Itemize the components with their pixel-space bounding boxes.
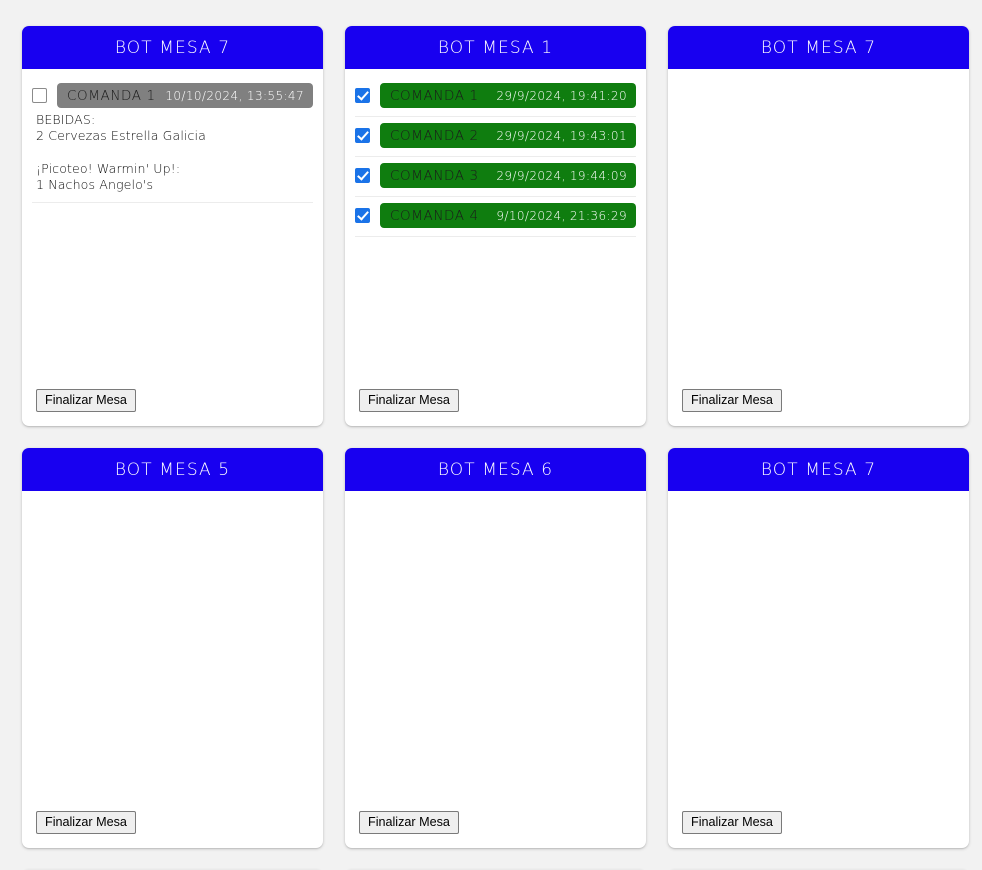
finalizar-mesa-button[interactable]: Finalizar Mesa xyxy=(359,389,459,412)
comanda-checkbox[interactable] xyxy=(355,88,370,103)
comanda-bar[interactable]: COMANDA 1 29/9/2024, 19:41:20 xyxy=(380,83,636,108)
mesa-card-footer: Finalizar Mesa xyxy=(668,389,969,426)
comanda-timestamp: 29/9/2024, 19:41:20 xyxy=(496,88,627,103)
comanda-item: COMANDA 1 10/10/2024, 13:55:47 BEBIDAS: 2 … xyxy=(32,77,313,203)
comanda-details: BEBIDAS: 2 Cervezas Estrella Galicia ¡Pi… xyxy=(36,112,206,193)
finalizar-mesa-button[interactable]: Finalizar Mesa xyxy=(682,389,782,412)
mesa-card-body: COMANDA 1 10/10/2024, 13:55:47 BEBIDAS: 2 … xyxy=(22,69,323,389)
comanda-item: COMANDA 1 29/9/2024, 19:41:20 xyxy=(355,77,636,117)
comanda-checkbox[interactable] xyxy=(355,128,370,143)
mesas-board: BOT MESA 7 COMANDA 1 10/10/2024, 13:55:47 B… xyxy=(0,0,982,870)
mesa-card-footer: Finalizar Mesa xyxy=(668,811,969,848)
comanda-checkbox[interactable] xyxy=(32,88,47,103)
mesa-card: BOT MESA 1 COMANDA 1 29/9/2024, 19:41:20 CO… xyxy=(345,26,646,426)
mesa-card-body xyxy=(668,491,969,811)
mesa-card-body xyxy=(668,69,969,389)
comanda-bar[interactable]: COMANDA 1 10/10/2024, 13:55:47 xyxy=(57,83,313,108)
mesa-card-body xyxy=(22,491,323,811)
comanda-timestamp: 29/9/2024, 19:43:01 xyxy=(496,128,627,143)
finalizar-mesa-button[interactable]: Finalizar Mesa xyxy=(36,811,136,834)
finalizar-mesa-button[interactable]: Finalizar Mesa xyxy=(359,811,459,834)
mesa-card-title: BOT MESA 7 xyxy=(668,448,969,491)
comanda-label: COMANDA 3 xyxy=(390,167,479,184)
mesa-card: BOT MESA 6 Finalizar Mesa xyxy=(345,448,646,848)
comanda-bar[interactable]: COMANDA 2 29/9/2024, 19:43:01 xyxy=(380,123,636,148)
mesa-card-footer: Finalizar Mesa xyxy=(22,389,323,426)
mesas-grid: BOT MESA 7 COMANDA 1 10/10/2024, 13:55:47 B… xyxy=(22,26,982,848)
comanda-label: COMANDA 4 xyxy=(390,207,479,224)
comanda-row: COMANDA 1 29/9/2024, 19:41:20 xyxy=(355,83,636,108)
mesa-card: BOT MESA 5 Finalizar Mesa xyxy=(22,448,323,848)
mesa-card-title: BOT MESA 7 xyxy=(668,26,969,69)
mesa-card-title: BOT MESA 7 xyxy=(22,26,323,69)
comanda-bar[interactable]: COMANDA 3 29/9/2024, 19:44:09 xyxy=(380,163,636,188)
comanda-checkbox[interactable] xyxy=(355,208,370,223)
comanda-checkbox[interactable] xyxy=(355,168,370,183)
comanda-label: COMANDA 1 xyxy=(390,87,479,104)
comanda-row: COMANDA 4 9/10/2024, 21:36:29 xyxy=(355,203,636,228)
mesa-card-footer: Finalizar Mesa xyxy=(345,389,646,426)
comanda-item: COMANDA 3 29/9/2024, 19:44:09 xyxy=(355,157,636,197)
mesa-card-footer: Finalizar Mesa xyxy=(22,811,323,848)
mesa-card-body: COMANDA 1 29/9/2024, 19:41:20 COMANDA 2 29/… xyxy=(345,69,646,389)
mesa-card-title: BOT MESA 6 xyxy=(345,448,646,491)
comanda-row: COMANDA 1 10/10/2024, 13:55:47 xyxy=(32,83,313,108)
comanda-row: COMANDA 2 29/9/2024, 19:43:01 xyxy=(355,123,636,148)
comanda-label: COMANDA 2 xyxy=(390,127,479,144)
mesa-card-footer: Finalizar Mesa xyxy=(345,811,646,848)
finalizar-mesa-button[interactable]: Finalizar Mesa xyxy=(682,811,782,834)
mesa-card: BOT MESA 7 Finalizar Mesa xyxy=(668,448,969,848)
mesa-card-body xyxy=(345,491,646,811)
comanda-timestamp: 9/10/2024, 21:36:29 xyxy=(496,208,627,223)
mesa-card: BOT MESA 7 COMANDA 1 10/10/2024, 13:55:47 B… xyxy=(22,26,323,426)
finalizar-mesa-button[interactable]: Finalizar Mesa xyxy=(36,389,136,412)
comanda-item: COMANDA 4 9/10/2024, 21:36:29 xyxy=(355,197,636,237)
mesa-card: BOT MESA 7 Finalizar Mesa xyxy=(668,26,969,426)
comanda-timestamp: 10/10/2024, 13:55:47 xyxy=(165,88,304,103)
comanda-bar[interactable]: COMANDA 4 9/10/2024, 21:36:29 xyxy=(380,203,636,228)
comanda-timestamp: 29/9/2024, 19:44:09 xyxy=(496,168,627,183)
comanda-label: COMANDA 1 xyxy=(67,87,156,104)
comanda-row: COMANDA 3 29/9/2024, 19:44:09 xyxy=(355,163,636,188)
mesa-card-title: BOT MESA 1 xyxy=(345,26,646,69)
mesa-card-title: BOT MESA 5 xyxy=(22,448,323,491)
comanda-item: COMANDA 2 29/9/2024, 19:43:01 xyxy=(355,117,636,157)
